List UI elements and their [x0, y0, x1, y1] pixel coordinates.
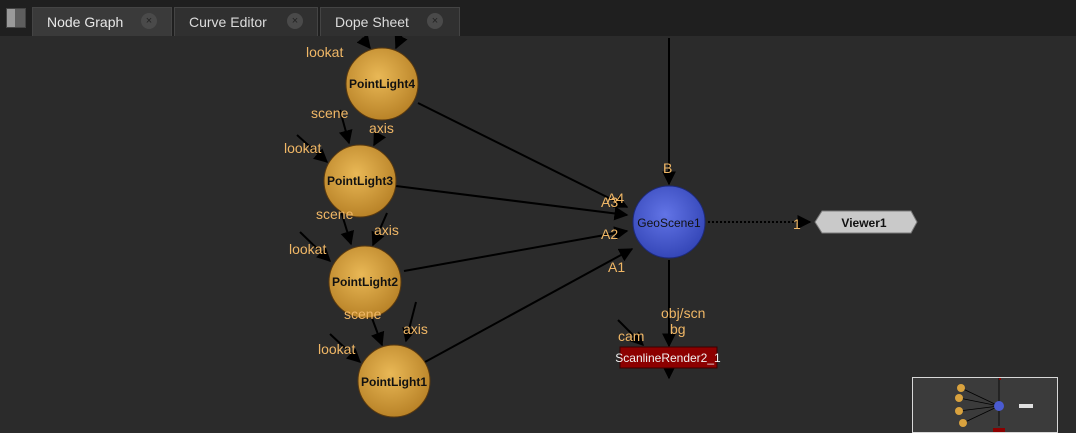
node-graph-canvas[interactable]: PointLight4 PointLight3 PointLight2 Poin… [0, 36, 1076, 433]
pin-label: obj/scn [661, 305, 705, 321]
pin-label: scene [316, 206, 354, 222]
minimap-node [955, 407, 963, 415]
tab-label: Curve Editor [189, 14, 267, 30]
pin-label: A2 [601, 226, 618, 242]
scanline-render-node[interactable]: ScanlineRender2_1 [615, 346, 721, 369]
tab-label: Dope Sheet [335, 14, 409, 30]
pin-label: axis [369, 120, 394, 136]
pin-label: A3 [601, 194, 618, 210]
node-label: Viewer1 [841, 216, 886, 230]
pin-label: lookat [289, 241, 326, 257]
tab-label: Node Graph [47, 14, 124, 30]
pin-label: B [663, 160, 672, 176]
pin-label: A1 [608, 259, 625, 275]
pin-label: lookat [318, 341, 355, 357]
pin-label: axis [403, 321, 428, 337]
viewer-node[interactable]: Viewer1 [814, 210, 918, 234]
pane-menu-icon[interactable] [6, 8, 26, 28]
minimap-node [994, 401, 1004, 411]
node-label: ScanlineRender2_1 [615, 351, 721, 365]
close-icon[interactable]: × [287, 13, 303, 29]
close-icon[interactable]: × [427, 13, 443, 29]
pin-label: lookat [306, 44, 343, 60]
pin-label: 1 [793, 216, 801, 232]
pin-label: scene [344, 306, 382, 322]
close-icon[interactable]: × [141, 13, 157, 29]
minimap-node [955, 394, 963, 402]
edge-pl4-geo[interactable] [417, 102, 629, 208]
minimap-node [993, 428, 1005, 432]
edge-pl1-geo[interactable] [424, 248, 634, 363]
pin-label: cam [618, 328, 644, 344]
minimap-node [957, 384, 965, 392]
node-label: PointLight3 [327, 174, 393, 188]
node-label: PointLight2 [332, 275, 398, 289]
node-label: PointLight1 [361, 375, 427, 389]
minimap-node [959, 419, 967, 427]
pin-label: scene [311, 105, 349, 121]
geoscene-node[interactable]: GeoScene1 [632, 185, 706, 259]
tab-dope-sheet[interactable]: Dope Sheet × [320, 7, 460, 37]
tab-node-graph[interactable]: Node Graph × [32, 7, 172, 37]
pointlight1-node[interactable]: PointLight1 [357, 344, 431, 418]
node-label: PointLight4 [349, 77, 415, 91]
pin-label: bg [670, 321, 686, 337]
node-label: GeoScene1 [637, 216, 701, 230]
pin-label: axis [374, 222, 399, 238]
tab-curve-editor[interactable]: Curve Editor × [174, 7, 318, 37]
minimap[interactable] [912, 377, 1058, 433]
edge-pl2-geo[interactable] [403, 226, 629, 272]
tab-bar: Node Graph × Curve Editor × Dope Sheet × [0, 0, 1076, 37]
minimap-node [1019, 404, 1033, 408]
pin-label: lookat [284, 140, 321, 156]
pointlight4-node[interactable]: PointLight4 [345, 47, 419, 121]
